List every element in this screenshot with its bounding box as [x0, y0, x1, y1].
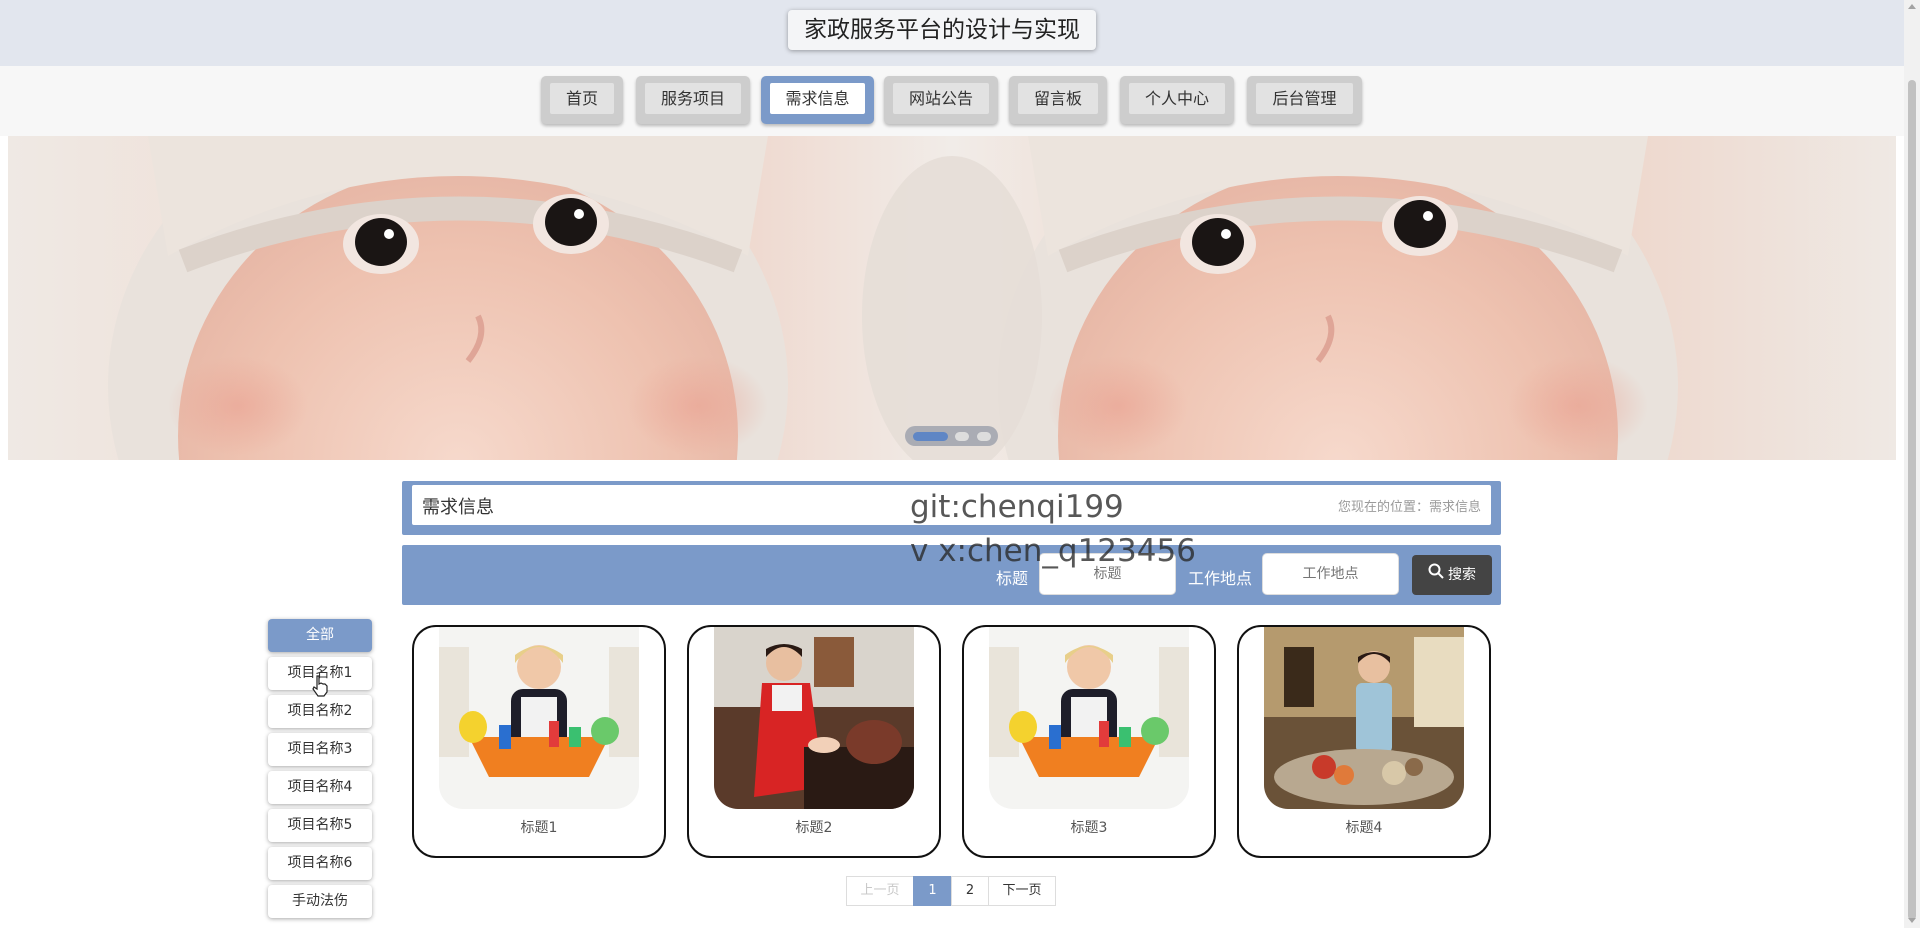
category-item-4[interactable]: 项目名称4: [268, 771, 372, 804]
category-item-3[interactable]: 项目名称3: [268, 733, 372, 766]
scrollbar-thumb[interactable]: [1908, 80, 1916, 920]
location-search-label: 工作地点: [1188, 569, 1253, 588]
nav-item-label: 服务项目: [645, 83, 741, 114]
scroll-down-arrow-icon[interactable]: [1908, 918, 1916, 923]
site-title: 家政服务平台的设计与实现: [788, 10, 1096, 50]
search-icon: [1428, 555, 1444, 595]
category-item-7[interactable]: 手动法伤: [268, 885, 372, 918]
nav-item-label: 网站公告: [893, 83, 989, 114]
watermark-line-2: v x:chen_q123456: [910, 533, 1196, 569]
nav-item-announcements[interactable]: 网站公告: [884, 76, 998, 124]
search-button[interactable]: 搜索: [1412, 555, 1492, 595]
page-title: 需求信息: [422, 497, 494, 518]
prev-page-button[interactable]: 上一页: [846, 876, 914, 906]
nav-item-label: 后台管理: [1256, 83, 1353, 114]
carousel-indicators: [905, 426, 998, 446]
category-item-6[interactable]: 项目名称6: [268, 847, 372, 880]
carousel-dot-3[interactable]: [977, 432, 991, 441]
card-title: 标题2: [795, 820, 833, 836]
carousel-dot-1[interactable]: [913, 432, 948, 441]
nav-item-services[interactable]: 服务项目: [636, 76, 750, 124]
nav-item-label: 首页: [550, 83, 614, 114]
banner-image: [108, 136, 1678, 460]
nav-item-personal-center[interactable]: 个人中心: [1120, 76, 1234, 124]
nav-item-label: 留言板: [1018, 83, 1098, 114]
page-button-1[interactable]: 1: [913, 876, 952, 906]
card-image: [714, 627, 914, 809]
location-search-input[interactable]: [1262, 553, 1399, 595]
nav-item-message-board[interactable]: 留言板: [1009, 76, 1107, 124]
search-button-label: 搜索: [1448, 567, 1476, 583]
banner-carousel[interactable]: [8, 136, 1896, 460]
nav-item-label: 个人中心: [1129, 83, 1225, 114]
card-image: [439, 627, 639, 809]
breadcrumb: 您现在的位置：需求信息: [1337, 500, 1481, 515]
card-title: 标题4: [1345, 820, 1383, 836]
demand-card-2[interactable]: 标题2: [687, 625, 941, 858]
page-button-2[interactable]: 2: [951, 876, 989, 906]
card-title: 标题3: [1070, 820, 1108, 836]
category-item-5[interactable]: 项目名称5: [268, 809, 372, 842]
nav-item-admin[interactable]: 后台管理: [1247, 76, 1362, 124]
nav-item-label: 需求信息: [770, 83, 865, 114]
category-all[interactable]: 全部: [268, 619, 372, 652]
scroll-up-arrow-icon[interactable]: [1908, 4, 1916, 9]
demand-card-3[interactable]: 标题3: [962, 625, 1216, 858]
demand-card-4[interactable]: 标题4: [1237, 625, 1491, 858]
page-scrollbar[interactable]: [1904, 0, 1920, 928]
hand-cursor-icon: [311, 675, 329, 701]
card-image: [989, 627, 1189, 809]
site-header: 家政服务平台的设计与实现: [0, 0, 1904, 66]
nav-item-demands[interactable]: 需求信息: [761, 76, 874, 124]
watermark-line-1: git:chenqi199: [910, 489, 1124, 525]
card-title: 标题1: [520, 820, 558, 836]
carousel-dot-2[interactable]: [955, 432, 969, 441]
card-image: [1264, 627, 1464, 809]
next-page-button[interactable]: 下一页: [988, 876, 1056, 906]
demand-card-1[interactable]: 标题1: [412, 625, 666, 858]
nav-item-home[interactable]: 首页: [541, 76, 623, 124]
